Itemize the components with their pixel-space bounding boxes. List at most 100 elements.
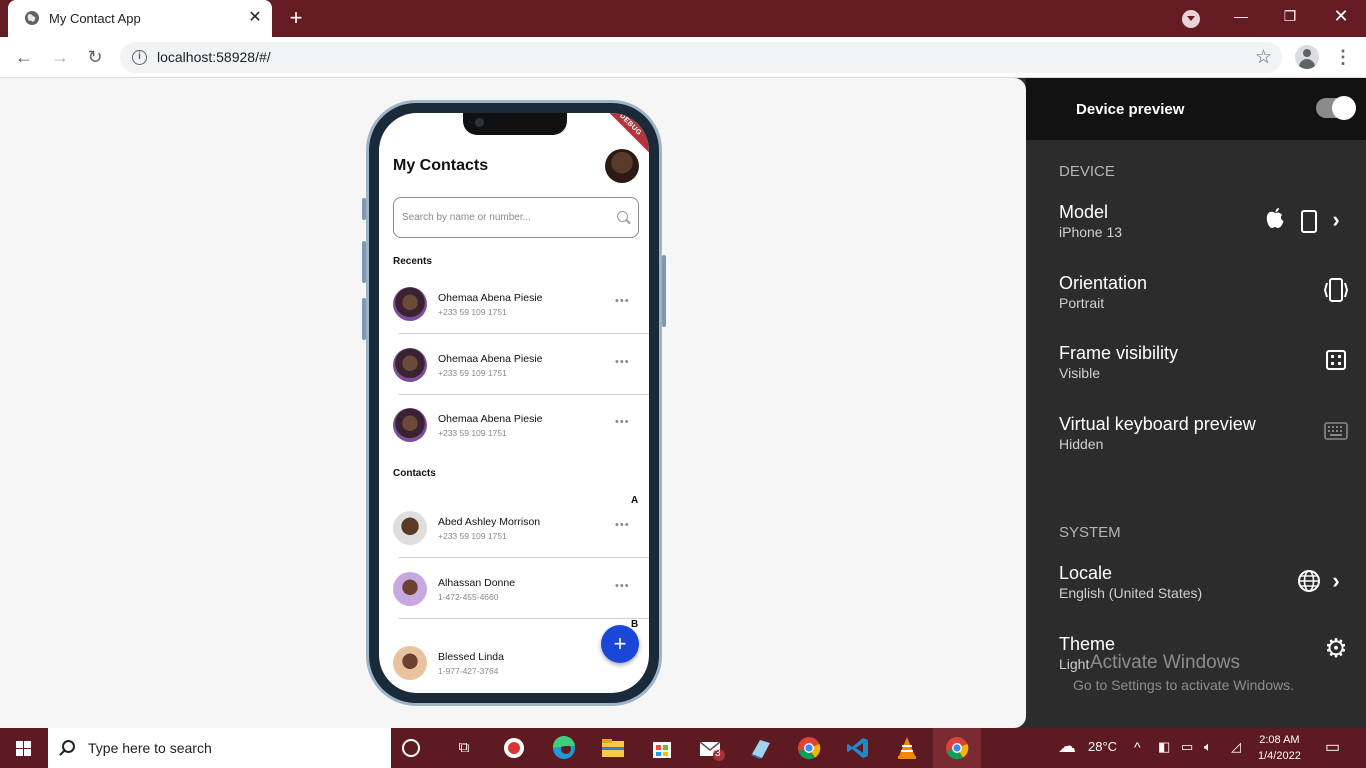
device-section-heading: DEVICE [1059,163,1115,180]
url-text: localhost:58928/#/ [157,49,271,65]
more-options-icon[interactable]: ••• [615,356,630,368]
windows-taskbar: Type here to search ⧉ 3 ☁ 28°C ^ ◧ ▭ 🔈︎ … [0,728,1366,768]
divider [399,618,649,619]
temperature[interactable]: 28°C [1088,739,1117,754]
more-options-icon[interactable]: ••• [615,295,630,307]
page-content: DEBUG My Contacts Search by name or numb… [0,78,1366,728]
taskbar-search-text: Type here to search [88,740,212,756]
profile-avatar-icon[interactable] [1295,45,1319,69]
taskbar-search-box[interactable]: Type here to search [48,728,391,768]
avatar [393,511,427,545]
file-explorer-icon[interactable] [599,734,627,762]
virtual-keyboard-value: Hidden [1059,436,1104,452]
new-tab-button[interactable]: + [284,6,308,30]
phone-side-button [362,298,366,340]
vscode-icon[interactable] [844,734,872,762]
orientation-setting[interactable]: Orientation Portrait [1026,273,1366,327]
browser-toolbar: ← → ↻ i localhost:58928/#/ ☆ ⋮ [0,37,1366,78]
chevron-right-icon: › [1332,207,1340,232]
device-preview-toggle[interactable] [1316,96,1356,120]
vlc-icon[interactable] [893,734,921,762]
avatar [393,408,427,442]
recent-contact-row[interactable]: Ohemaa Abena Piesie +233 59 109 1751 ••• [393,334,649,394]
contact-phone: 1-977-427-3764 [438,666,499,676]
search-input[interactable]: Search by name or number... [393,197,639,238]
virtual-keyboard-label: Virtual keyboard preview [1059,414,1256,434]
tab-search-icon[interactable] [1182,10,1200,28]
cortana-icon[interactable] [402,739,420,757]
bookmark-star-icon[interactable]: ☆ [1255,46,1272,69]
gear-icon: ⚙ [1324,633,1348,663]
model-setting[interactable]: Model iPhone 13 › [1026,202,1366,256]
contacts-heading: Contacts [393,468,436,479]
contact-phone: +233 59 109 1751 [438,368,507,378]
chrome-icon[interactable] [795,734,823,762]
browser-tab[interactable]: My Contact App ✕ [8,0,272,37]
browser-menu-icon[interactable]: ⋮ [1334,45,1352,69]
minimize-icon[interactable]: — [1218,0,1264,32]
close-window-icon[interactable]: ✕ [1318,0,1364,32]
model-label: Model [1059,202,1109,222]
contact-row[interactable]: Abed Ashley Morrison +233 59 109 1751 ••… [393,497,649,557]
contact-name: Ohemaa Abena Piesie [438,353,543,365]
reload-icon[interactable]: ↻ [83,45,107,69]
contact-phone: 1-472-455-4660 [438,592,499,602]
chevron-up-icon[interactable]: ^ [1134,739,1141,755]
notifications-icon[interactable]: ▭ [1325,737,1340,757]
active-chrome-taskbar-item[interactable] [933,728,981,768]
contact-phone: +233 59 109 1751 [438,307,507,317]
avatar [393,646,427,680]
address-bar[interactable]: i localhost:58928/#/ ☆ [120,42,1282,73]
locale-setting[interactable]: Locale English (United States) › [1026,563,1366,617]
app-icon-circle[interactable] [500,734,528,762]
debug-banner: DEBUG [601,113,649,154]
site-info-icon[interactable]: i [132,50,147,65]
recent-contact-row[interactable]: Ohemaa Abena Piesie +233 59 109 1751 ••• [393,273,649,333]
activate-windows-subtitle: Go to Settings to activate Windows. [1073,677,1294,693]
restore-icon[interactable]: ❐ [1267,0,1313,32]
mail-icon[interactable]: 3 [697,734,725,762]
page-title: My Contacts [393,157,489,174]
user-avatar[interactable] [605,149,639,183]
phone-frame: DEBUG My Contacts Search by name or numb… [362,100,666,706]
frame-visibility-label: Frame visibility [1059,343,1179,363]
more-options-icon[interactable]: ••• [615,519,630,531]
phone-side-button [362,198,366,220]
windows-start-button[interactable] [0,728,48,768]
back-icon[interactable]: ← [12,45,36,69]
volume-icon[interactable]: 🔈︎ [1204,739,1212,755]
add-contact-button[interactable]: + [601,625,639,663]
contact-name: Alhassan Donne [438,577,516,589]
keyboard-icon [1324,422,1348,440]
device-preview-header: Device preview [1026,78,1366,140]
store-icon[interactable] [648,734,676,762]
frame-grid-icon [1326,350,1346,370]
recent-contact-row[interactable]: Ohemaa Abena Piesie +233 59 109 1751 ••• [393,394,649,454]
phone-device-icon [1301,210,1317,233]
device-canvas: DEBUG My Contacts Search by name or numb… [0,78,1026,728]
meet-icon[interactable]: ◧ [1158,739,1170,755]
system-clock[interactable]: 2:08 AM 1/4/2022 [1258,732,1301,764]
battery-icon[interactable]: ▭ [1181,739,1193,755]
edge-icon[interactable] [550,734,578,762]
more-options-icon[interactable]: ••• [615,580,630,592]
close-tab-icon[interactable]: ✕ [246,9,264,27]
recents-heading: Recents [393,256,432,267]
contact-name: Ohemaa Abena Piesie [438,413,543,425]
device-preview-panel: DEVICE Model iPhone 13 › Orientation Por… [1026,140,1366,728]
locale-label: Locale [1059,563,1113,583]
contact-row[interactable]: Alhassan Donne 1-472-455-4660 ••• [393,558,649,618]
forward-icon[interactable]: → [48,45,72,69]
notepad-icon[interactable] [746,734,774,762]
frame-visibility-setting[interactable]: Frame visibility Visible [1026,343,1366,397]
weather-icon[interactable]: ☁ [1058,736,1076,757]
virtual-keyboard-setting[interactable]: Virtual keyboard preview Hidden [1026,414,1366,468]
device-preview-title: Device preview [1076,101,1185,118]
task-view-icon[interactable]: ⧉ [450,734,478,762]
more-options-icon[interactable]: ••• [615,416,630,428]
chevron-right-icon: › [1332,568,1340,593]
wifi-icon[interactable]: ◿ [1231,739,1241,755]
clock-date: 1/4/2022 [1258,750,1301,762]
avatar [393,348,427,382]
contact-name: Ohemaa Abena Piesie [438,292,543,304]
